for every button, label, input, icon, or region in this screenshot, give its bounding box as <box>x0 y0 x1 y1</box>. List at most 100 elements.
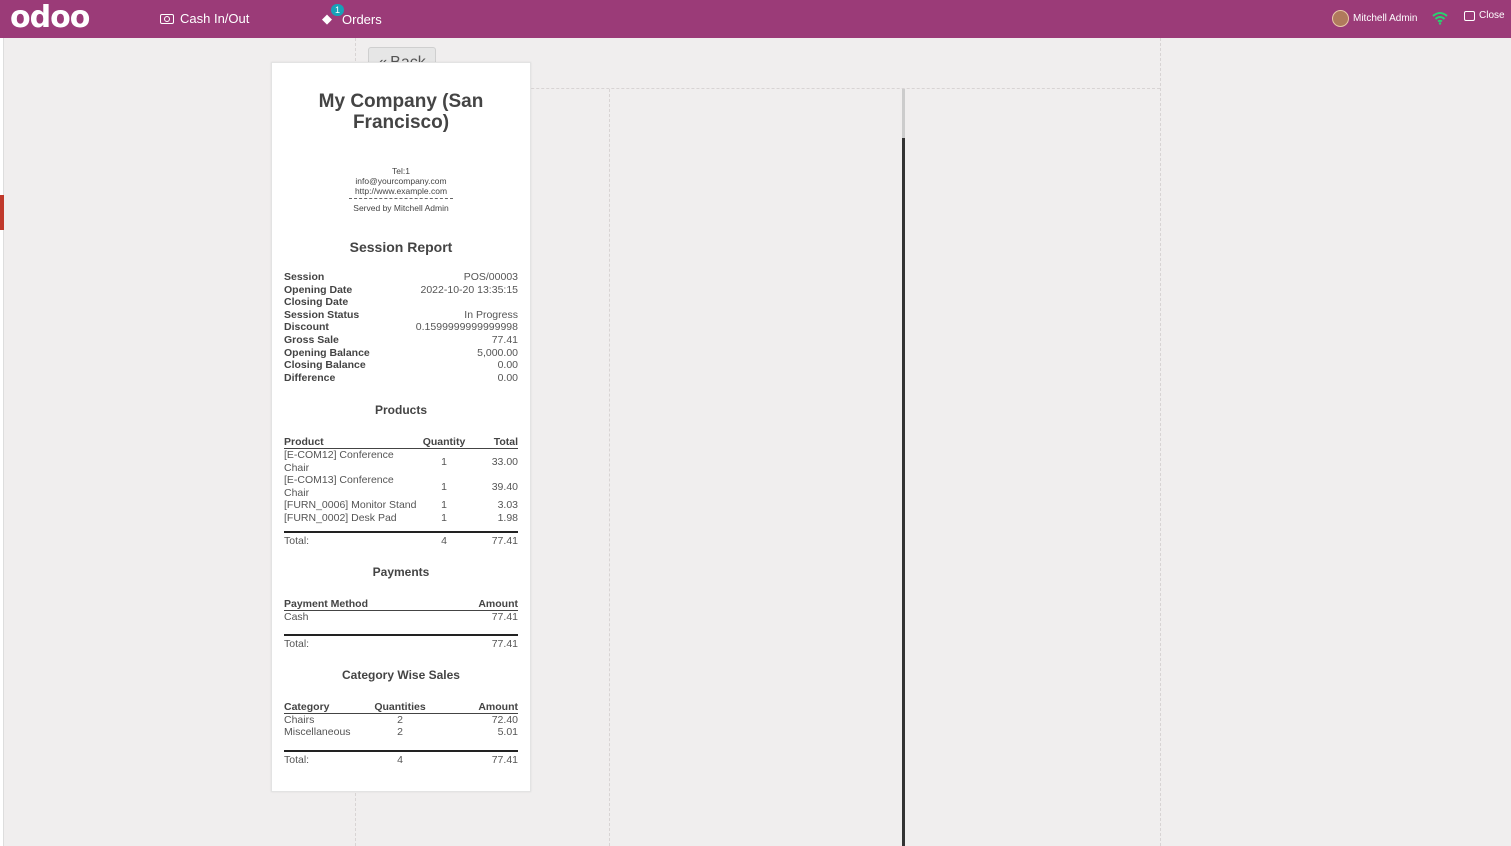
contact-divider <box>349 198 453 199</box>
table-row: [E-COM12] Conference Chair 1 33.00 <box>284 449 518 475</box>
company-name: My Company (San Francisco) <box>318 91 484 133</box>
product-total: 39.40 <box>491 480 518 493</box>
category-name: Miscellaneous <box>284 726 351 739</box>
total-label: Total: <box>284 531 418 548</box>
close-button[interactable]: Close <box>1464 10 1505 21</box>
category-amount: 5.01 <box>497 726 518 739</box>
total-label: Total: <box>284 749 364 767</box>
category-amount: 72.40 <box>491 713 518 726</box>
total-label: Total: <box>284 634 443 651</box>
product-total: 33.00 <box>491 455 518 468</box>
odoo-logo[interactable]: odoo <box>10 2 90 34</box>
summary-value: POS/00003 <box>463 271 518 283</box>
products-table: Product Quantity Total [E-COM12] Confere… <box>284 434 518 548</box>
table-header-row: Category Quantities Amount <box>284 698 518 714</box>
user-name: Mitchell Admin <box>1353 13 1418 24</box>
summary-value: 2022-10-20 13:35:15 <box>420 283 519 296</box>
summary-value: 5,000.00 <box>477 346 518 359</box>
receipt-column <box>609 89 905 846</box>
summary-row: Opening Balance 5,000.00 <box>284 347 518 360</box>
scrollbar-track[interactable] <box>902 89 905 138</box>
category-name: Chairs <box>284 713 315 726</box>
product-total: 3.03 <box>497 499 518 512</box>
table-row: Cash 77.41 <box>284 610 518 623</box>
avatar <box>1332 10 1349 27</box>
table-row: [FURN_0002] Desk Pad 1 1.98 <box>284 512 518 525</box>
company-contact: Tel:1 info@yourcompany.com http://www.ex… <box>284 166 518 213</box>
left-edge-panel <box>0 38 4 846</box>
product-name: [FURN_0006] Monitor Stand <box>284 499 417 512</box>
payment-amount: 77.41 <box>491 610 518 623</box>
left-edge-marker <box>0 195 4 230</box>
summary-key: Closing Balance <box>284 359 366 372</box>
col-header-total: Total <box>470 434 518 450</box>
category-sales-title: Category Wise Sales <box>342 667 460 682</box>
category-qty: 2 <box>397 713 403 726</box>
table-row: Miscellaneous 2 5.01 <box>284 726 518 739</box>
cash-in-out-button[interactable]: Cash In/Out <box>160 11 249 26</box>
wifi-icon[interactable] <box>1432 11 1448 25</box>
table-header-row: Payment Method Amount <box>284 595 518 611</box>
col-header-category: Category <box>284 698 364 714</box>
top-navbar: odoo Cash In/Out ◆ 1 Orders Mitchell Admi… <box>0 0 1511 38</box>
product-total: 1.98 <box>497 511 518 524</box>
summary-row: Gross Sale 77.41 <box>284 334 518 347</box>
products-total-row: Total: 4 77.41 <box>284 531 518 548</box>
summary-row: Closing Date <box>284 296 518 309</box>
summary-key: Session <box>284 271 325 283</box>
table-row: Chairs 2 72.40 <box>284 713 518 726</box>
report-title: Session Report <box>349 239 453 255</box>
summary-value: 0.00 <box>497 371 518 384</box>
table-row: [E-COM13] Conference Chair 1 39.40 <box>284 474 518 499</box>
summary-key: Discount <box>284 321 329 334</box>
category-qty: 2 <box>397 726 403 739</box>
total-amount: 77.41 <box>436 749 518 767</box>
col-header-quantity: Quantity <box>418 434 470 450</box>
col-header-amount: Amount <box>436 698 518 714</box>
summary-value: 0.1599999999999998 <box>415 321 518 334</box>
product-name: [E-COM12] Conference Chair <box>284 449 394 474</box>
total-qty: 4 <box>418 531 470 548</box>
company-website: http://www.example.com <box>354 186 448 196</box>
session-report-receipt: My Company (San Francisco) Tel:1 info@yo… <box>271 62 531 792</box>
product-qty: 1 <box>441 480 447 493</box>
user-menu[interactable]: Mitchell Admin <box>1332 10 1417 27</box>
summary-row: Discount 0.1599999999999998 <box>284 321 518 334</box>
summary-row: Closing Balance 0.00 <box>284 359 518 372</box>
product-qty: 1 <box>441 499 447 512</box>
summary-row: Difference 0.00 <box>284 372 518 385</box>
product-name: [FURN_0002] Desk Pad <box>284 511 397 524</box>
orders-label: Orders <box>342 11 382 27</box>
summary-row: Session POS/00003 <box>284 271 518 284</box>
close-label: Close <box>1479 10 1505 21</box>
summary-key: Gross Sale <box>284 333 339 346</box>
summary-row: Session Status In Progress <box>284 309 518 322</box>
total-amount: 77.41 <box>442 634 518 651</box>
sign-out-icon <box>1464 10 1475 21</box>
summary-value: 77.41 <box>491 333 518 346</box>
col-header-product: Product <box>284 434 418 450</box>
payments-total-row: Total: 77.41 <box>284 634 518 651</box>
summary-key: Opening Balance <box>284 346 370 359</box>
col-header-quantities: Quantities <box>364 698 436 714</box>
tag-icon: ◆ 1 <box>322 4 345 27</box>
payments-table: Payment Method Amount Cash 77.41 Total: … <box>284 595 518 651</box>
scrollbar-thumb[interactable] <box>902 138 905 846</box>
orders-button[interactable]: ◆ 1 Orders <box>322 4 382 27</box>
orders-count-badge: 1 <box>331 4 345 16</box>
cash-in-out-label: Cash In/Out <box>180 11 250 26</box>
payments-title: Payments <box>372 564 430 579</box>
total-qty: 4 <box>364 749 436 767</box>
summary-value: 0.00 <box>497 359 518 372</box>
summary-value: In Progress <box>464 308 518 321</box>
summary-key: Opening Date <box>284 283 353 296</box>
summary-key: Session Status <box>284 308 360 321</box>
summary-row: Opening Date 2022-10-20 13:35:15 <box>284 284 518 297</box>
product-name: [E-COM13] Conference Chair <box>284 474 394 499</box>
cash-icon <box>160 13 174 24</box>
session-summary: Session POS/00003 Opening Date 2022-10-20 … <box>284 271 518 384</box>
products-title: Products <box>374 403 427 418</box>
payment-method: Cash <box>284 610 309 623</box>
company-tel: Tel:1 <box>392 166 410 176</box>
table-header-row: Product Quantity Total <box>284 434 518 450</box>
